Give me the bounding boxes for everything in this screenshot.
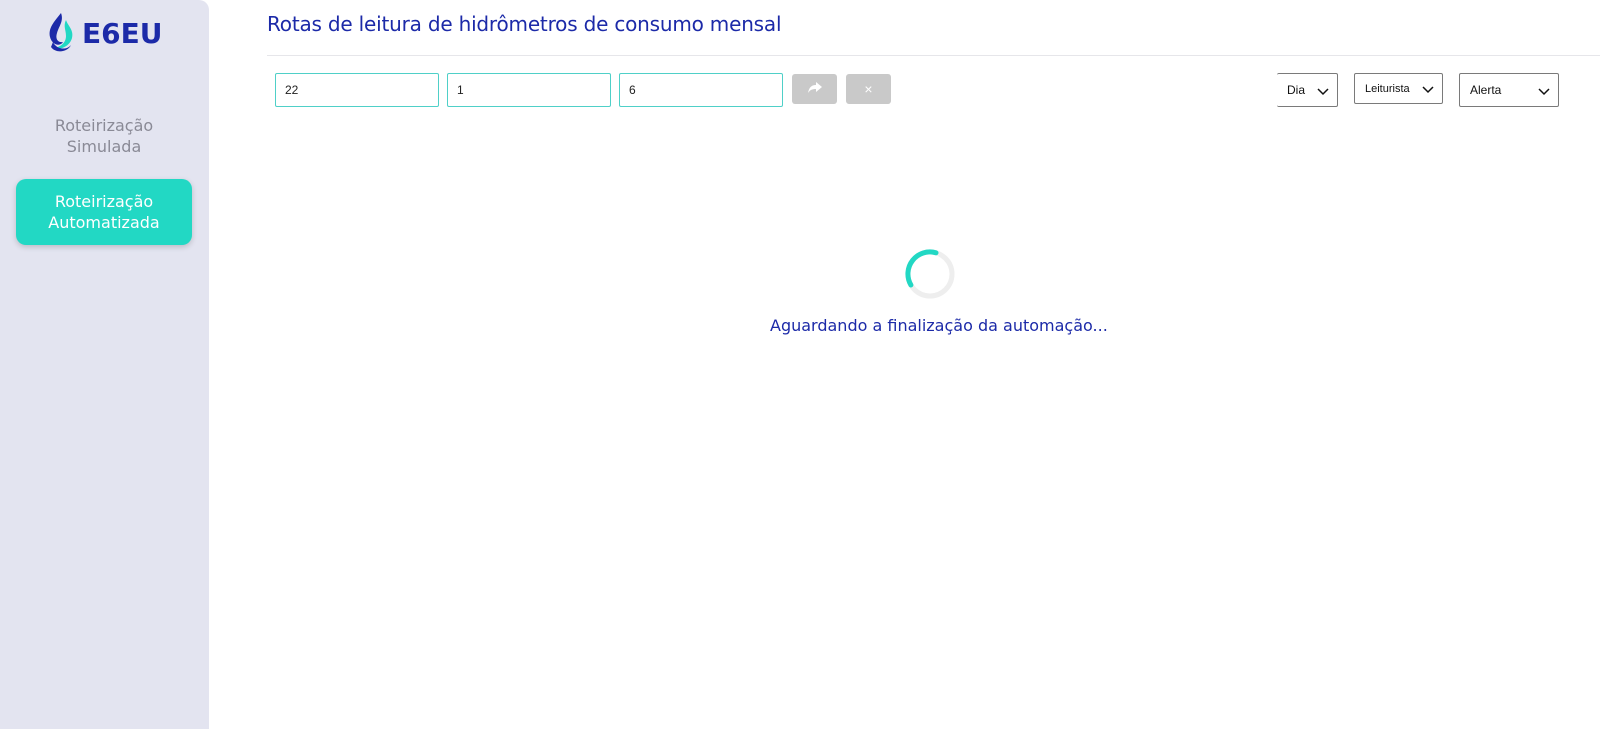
sidebar-item-roteirizacao-automatizada[interactable]: Roteirização Automatizada [16, 179, 192, 245]
close-icon: × [864, 81, 873, 97]
leiturista-select-value: Leiturista [1365, 82, 1410, 95]
dia-select[interactable]: Dia [1277, 73, 1338, 107]
clear-button[interactable]: × [846, 74, 891, 104]
chevron-down-icon [1538, 85, 1550, 99]
chevron-down-icon [1317, 85, 1329, 99]
filter-field-3[interactable] [619, 73, 783, 107]
share-arrow-icon [807, 81, 822, 97]
sidebar: E6EU Roteirização Simulada Roteirização … [0, 0, 209, 729]
loading-spinner-icon [904, 248, 956, 300]
leiturista-select[interactable]: Leiturista [1354, 73, 1443, 104]
brand-name: E6EU [82, 16, 163, 50]
water-drop-logo-icon [44, 12, 78, 54]
sidebar-item-label: Roteirização Simulada [54, 116, 154, 156]
dia-select-value: Dia [1287, 83, 1306, 97]
brand-logo[interactable]: E6EU [44, 12, 162, 54]
page-title: Rotas de leitura de hidrômetros de consu… [267, 12, 782, 36]
send-button[interactable] [792, 74, 837, 104]
title-divider [267, 55, 1600, 56]
sidebar-item-roteirizacao-simulada[interactable]: Roteirização Simulada [16, 103, 192, 169]
filter-field-1[interactable] [275, 73, 439, 107]
sidebar-item-label: Roteirização Automatizada [48, 192, 160, 232]
alerta-select[interactable]: Alerta [1459, 73, 1559, 107]
alerta-select-value: Alerta [1470, 83, 1502, 97]
main-content: Rotas de leitura de hidrômetros de consu… [209, 0, 1600, 729]
loading-message: Aguardando a finalização da automação... [770, 316, 1108, 335]
filter-field-2[interactable] [447, 73, 611, 107]
chevron-down-icon [1422, 85, 1434, 97]
